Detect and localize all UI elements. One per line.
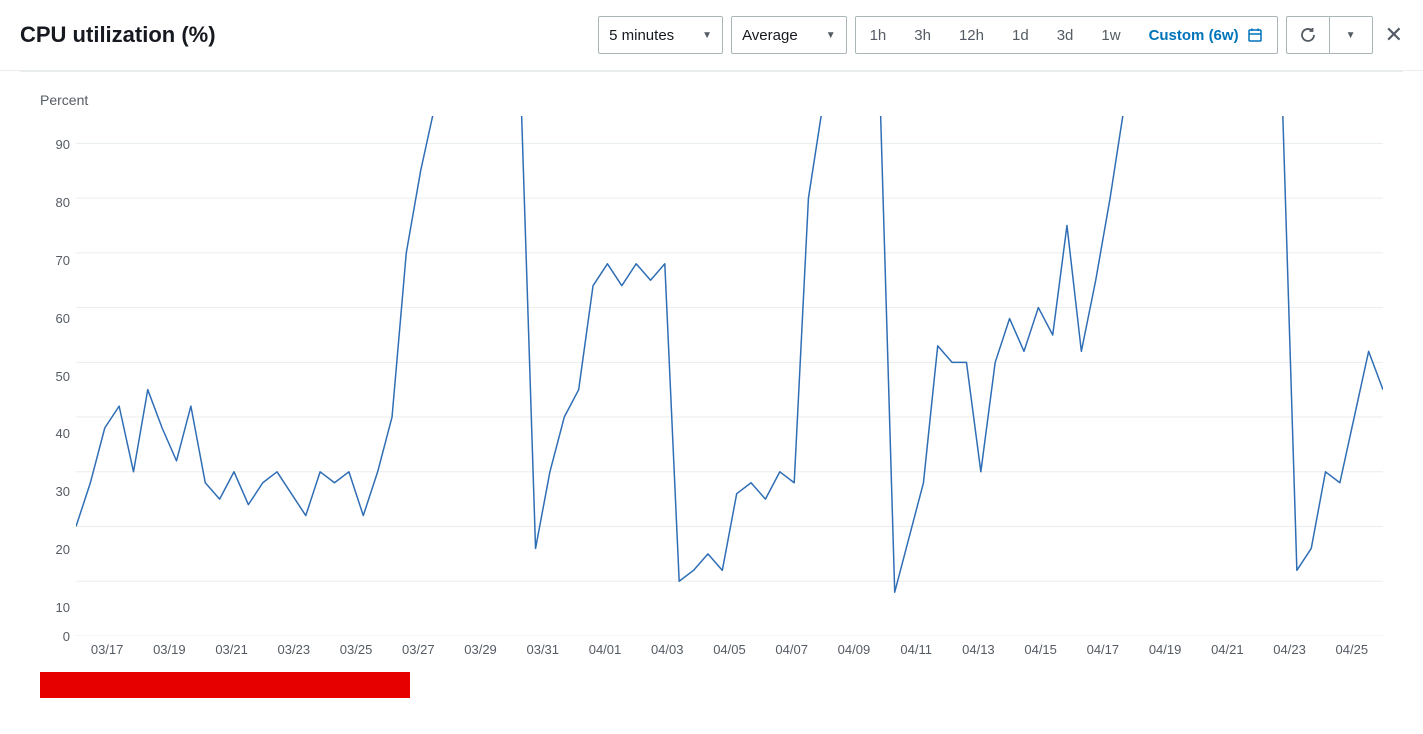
calendar-icon bbox=[1247, 27, 1263, 43]
page-title: CPU utilization (%) bbox=[20, 22, 216, 48]
statistic-select[interactable]: Average ▼ bbox=[731, 16, 847, 54]
period-select-value: 5 minutes bbox=[609, 27, 674, 44]
range-3h[interactable]: 3h bbox=[900, 17, 945, 53]
range-1w[interactable]: 1w bbox=[1087, 17, 1134, 53]
range-3d[interactable]: 3d bbox=[1043, 17, 1088, 53]
y-axis-label: Percent bbox=[40, 92, 1383, 108]
time-range-group: 1h 3h 12h 1d 3d 1w Custom (6w) bbox=[855, 16, 1278, 54]
range-custom-label: Custom (6w) bbox=[1149, 27, 1239, 44]
header: CPU utilization (%) 5 minutes ▼ Average … bbox=[0, 0, 1423, 71]
chevron-down-icon: ▼ bbox=[826, 30, 836, 41]
refresh-icon bbox=[1300, 27, 1316, 43]
chevron-down-icon: ▼ bbox=[702, 30, 712, 41]
range-1h[interactable]: 1h bbox=[856, 17, 901, 53]
range-custom[interactable]: Custom (6w) bbox=[1135, 17, 1277, 53]
y-axis: 9080706050403020100 bbox=[40, 116, 76, 636]
chevron-down-icon: ▼ bbox=[1346, 30, 1356, 41]
chart: Percent 9080706050403020100 03/1703/1903… bbox=[0, 72, 1423, 698]
refresh-button[interactable] bbox=[1286, 16, 1329, 54]
range-12h[interactable]: 12h bbox=[945, 17, 998, 53]
close-button[interactable]: ✕ bbox=[1385, 22, 1403, 48]
plot-area[interactable] bbox=[76, 116, 1383, 636]
period-select[interactable]: 5 minutes ▼ bbox=[598, 16, 723, 54]
statistic-select-value: Average bbox=[742, 27, 798, 44]
range-1d[interactable]: 1d bbox=[998, 17, 1043, 53]
actions-menu-button[interactable]: ▼ bbox=[1329, 16, 1373, 54]
action-button-group: ▼ bbox=[1286, 16, 1373, 54]
x-axis: 03/1703/1903/2103/2303/2503/2703/2903/31… bbox=[76, 636, 1383, 682]
